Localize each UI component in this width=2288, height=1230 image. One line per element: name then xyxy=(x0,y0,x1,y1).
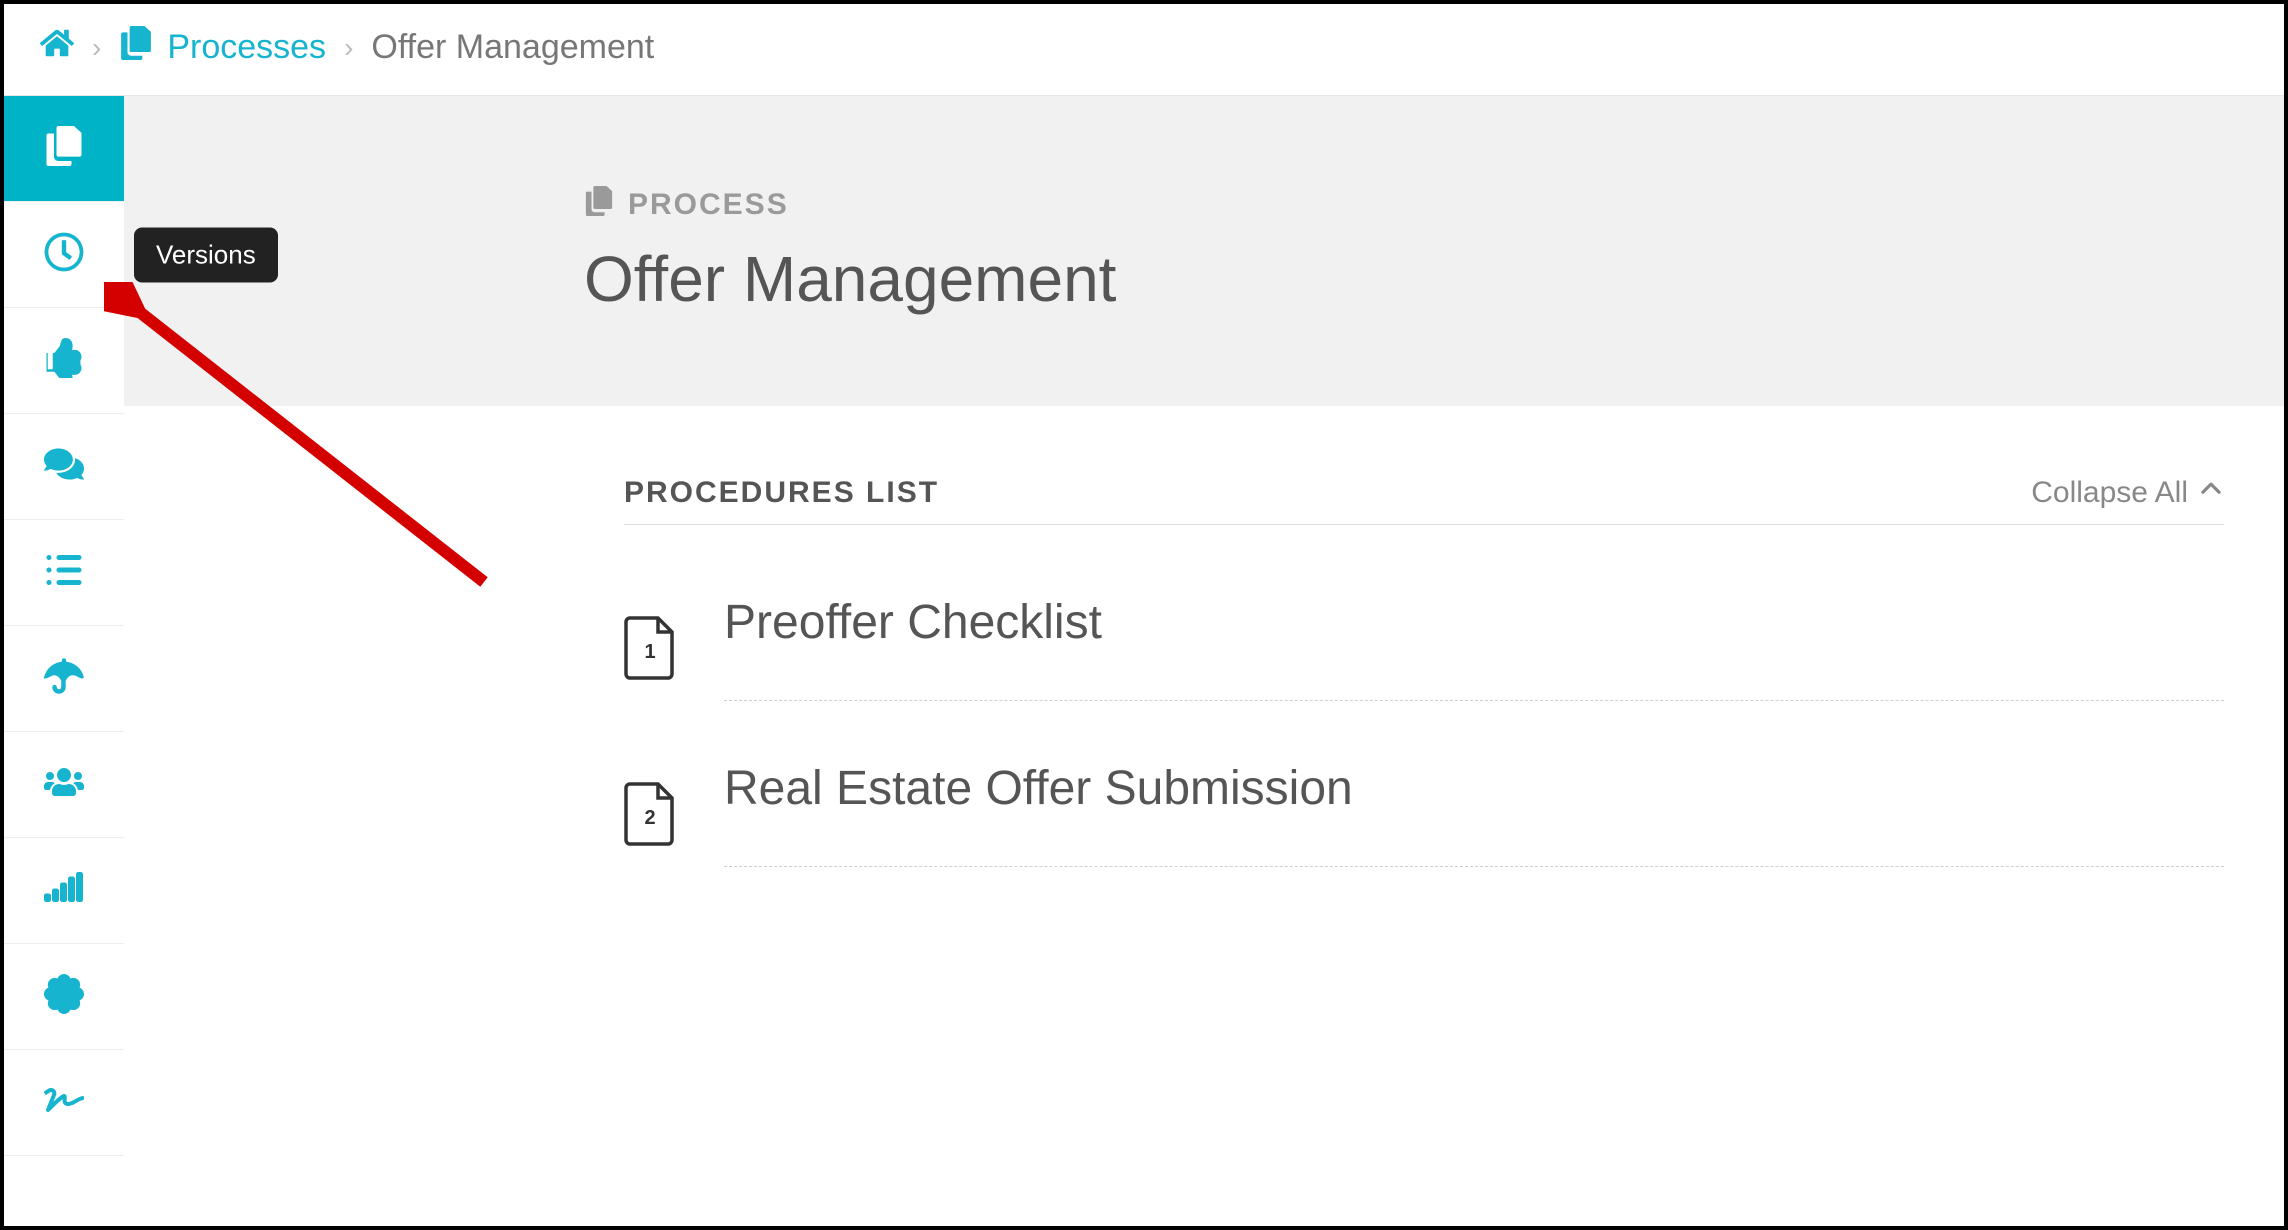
divider xyxy=(724,866,2224,867)
copy-icon xyxy=(44,126,84,171)
breadcrumb-processes-label: Processes xyxy=(167,28,326,67)
versions-tooltip: Versions xyxy=(134,227,278,282)
procedure-label: Real Estate Offer Submission xyxy=(724,762,1353,815)
sidebar-item-signal[interactable] xyxy=(4,838,124,944)
sidebar-item-versions[interactable]: Versions xyxy=(4,202,124,308)
sidebar: Versions xyxy=(4,95,124,1227)
clock-icon xyxy=(44,232,84,277)
procedures-list-header: PROCEDURES LIST Collapse All xyxy=(624,476,2224,525)
procedure-label: Preoffer Checklist xyxy=(724,596,1102,649)
procedure-item[interactable]: 1 Preoffer Checklist xyxy=(624,595,2224,701)
breadcrumb-current: Offer Management xyxy=(371,28,654,67)
umbrella-icon xyxy=(44,656,84,701)
page-title: Offer Management xyxy=(584,242,2284,316)
process-eyebrow-label: PROCESS xyxy=(628,188,789,222)
chevron-up-icon xyxy=(2198,476,2224,510)
sidebar-item-approve[interactable] xyxy=(4,308,124,414)
chevron-right-icon: › xyxy=(344,32,353,64)
sidebar-item-signature[interactable] xyxy=(4,1050,124,1156)
document-icon: 2 xyxy=(624,782,676,846)
procedures-list-title: PROCEDURES LIST xyxy=(624,476,939,510)
procedure-index: 1 xyxy=(624,641,676,664)
signal-icon xyxy=(44,868,84,913)
main: PROCESS Offer Management PROCEDURES LIST… xyxy=(124,95,2284,1227)
process-header: PROCESS Offer Management xyxy=(124,95,2284,406)
list-icon xyxy=(44,550,84,595)
badge-icon xyxy=(44,974,84,1019)
breadcrumb: › Processes › Offer Management xyxy=(4,4,2284,95)
sidebar-item-list[interactable] xyxy=(4,520,124,626)
process-eyebrow: PROCESS xyxy=(584,186,2284,224)
divider xyxy=(724,700,2224,701)
signature-icon xyxy=(44,1080,84,1125)
breadcrumb-home[interactable] xyxy=(40,26,74,69)
sidebar-item-badge[interactable] xyxy=(4,944,124,1050)
sidebar-item-umbrella[interactable] xyxy=(4,626,124,732)
sidebar-item-copy[interactable] xyxy=(4,96,124,202)
collapse-all-button[interactable]: Collapse All xyxy=(2031,476,2224,510)
content: PROCEDURES LIST Collapse All 1 Preof xyxy=(124,406,2284,897)
chevron-right-icon: › xyxy=(92,32,101,64)
document-icon: 1 xyxy=(624,616,676,680)
collapse-all-label: Collapse All xyxy=(2031,476,2188,510)
sidebar-item-chat[interactable] xyxy=(4,414,124,520)
procedure-item[interactable]: 2 Real Estate Offer Submission xyxy=(624,761,2224,867)
home-icon xyxy=(40,26,74,69)
sidebar-item-users[interactable] xyxy=(4,732,124,838)
chat-icon xyxy=(44,444,84,489)
breadcrumb-processes[interactable]: Processes xyxy=(119,26,326,69)
thumbs-up-icon xyxy=(44,338,84,383)
copy-icon xyxy=(584,186,614,224)
users-icon xyxy=(44,762,84,807)
procedure-index: 2 xyxy=(624,807,676,830)
copy-icon xyxy=(119,26,153,69)
